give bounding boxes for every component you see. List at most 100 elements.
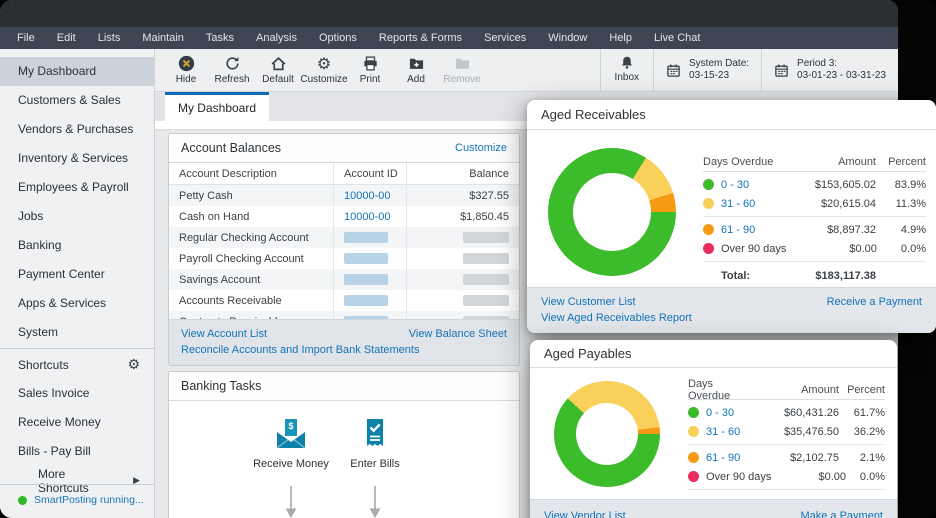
view-vendor-list-link[interactable]: View Vendor List — [544, 508, 626, 518]
aging-percent: 61.7% — [853, 406, 885, 419]
card-title: Aged Payables — [544, 346, 632, 361]
menu-lists[interactable]: Lists — [87, 32, 132, 44]
sidebar-shortcut-bills-pay-bill[interactable]: Bills - Pay Bill — [0, 437, 154, 466]
remove-button[interactable]: Remove — [439, 49, 485, 91]
redacted-account-id — [344, 253, 388, 264]
system-date-value: 03-15-23 — [689, 70, 730, 81]
table-row: Accounts Receivable — [169, 290, 519, 311]
sidebar-item-my-dashboard[interactable]: My Dashboard — [0, 57, 154, 86]
down-arrow-icon — [285, 486, 297, 518]
total-label: Total: — [721, 270, 751, 282]
view-aged-receivables-report-link[interactable]: View Aged Receivables Report — [541, 310, 692, 326]
redacted-balance — [463, 232, 509, 243]
inbox-button[interactable]: Inbox — [599, 49, 653, 91]
legend-dot — [688, 452, 699, 463]
print-button[interactable]: Print — [347, 49, 393, 91]
menu-help[interactable]: Help — [598, 32, 643, 44]
panel-title: Account Balances — [181, 141, 282, 155]
bell-icon — [621, 56, 632, 69]
sidebar-item-jobs[interactable]: Jobs — [0, 202, 154, 231]
aging-amount: $20,615.04 — [820, 197, 876, 210]
row-separator — [688, 489, 885, 490]
aging-range-link[interactable]: 61 - 90 — [721, 224, 784, 236]
default-button[interactable]: Default — [255, 49, 301, 91]
account-description: Payroll Checking Account — [179, 252, 304, 265]
sidebar-item-customers-sales[interactable]: Customers & Sales — [0, 86, 154, 115]
aging-row: 61 - 90 $8,897.32 4.9% — [703, 220, 926, 239]
aging-row: Over 90 days $0.00 0.0% — [688, 467, 885, 486]
view-customer-list-link[interactable]: View Customer List — [541, 294, 636, 310]
account-balance: $327.55 — [406, 185, 519, 206]
hide-button[interactable]: Hide — [163, 49, 209, 91]
menu-window[interactable]: Window — [537, 32, 598, 44]
aged-payables-donut-chart — [554, 381, 660, 487]
aging-range-label: Over 90 days — [706, 470, 772, 483]
menu-edit[interactable]: Edit — [46, 32, 87, 44]
menu-file[interactable]: File — [6, 32, 46, 44]
menu-analysis[interactable]: Analysis — [245, 32, 308, 44]
sidebar-shortcut-receive-money[interactable]: Receive Money — [0, 408, 154, 437]
aging-range-link[interactable]: 61 - 90 — [706, 452, 751, 464]
refresh-button[interactable]: Refresh — [209, 49, 255, 91]
receive-a-payment-link[interactable]: Receive a Payment — [827, 294, 922, 310]
account-description: Petty Cash — [179, 189, 233, 202]
sidebar-item-payment-center[interactable]: Payment Center — [0, 260, 154, 289]
aging-percent: 2.1% — [859, 451, 885, 464]
add-label: Add — [407, 74, 425, 85]
customize-link[interactable]: Customize — [455, 142, 507, 154]
folder-plus-icon — [409, 58, 423, 69]
aging-row: 0 - 30 $153,605.02 83.9% — [703, 175, 926, 194]
view-balance-sheet-link[interactable]: View Balance Sheet — [409, 326, 507, 342]
menu-reports-forms[interactable]: Reports & Forms — [368, 32, 473, 44]
aging-range-link[interactable]: 0 - 30 — [706, 407, 751, 419]
account-balance: $1,850.45 — [406, 206, 519, 227]
reconcile-accounts-link[interactable]: Reconcile Accounts and Import Bank State… — [181, 342, 419, 358]
menu-tasks[interactable]: Tasks — [195, 32, 245, 44]
account-id-link[interactable]: 10000-00 — [344, 211, 391, 223]
menu-live-chat[interactable]: Live Chat — [643, 32, 711, 44]
aging-amount: $35,476.50 — [783, 425, 839, 438]
aged-receivables-table: Days Overdue Amount Percent 0 - 30 $153,… — [703, 152, 926, 287]
make-a-payment-link[interactable]: Make a Payment — [800, 508, 883, 518]
aging-amount: $60,431.26 — [783, 406, 839, 419]
menu-services[interactable]: Services — [473, 32, 537, 44]
panel-title: Banking Tasks — [181, 379, 262, 393]
aging-range-link[interactable]: 31 - 60 — [721, 198, 784, 210]
system-date-label: System Date: — [689, 57, 750, 69]
account-id-link[interactable]: 10000-00 — [344, 190, 391, 202]
enter-bills-task[interactable]: Enter Bills — [337, 415, 413, 518]
sidebar-shortcuts-header[interactable]: Shortcuts ⚙ — [0, 350, 154, 379]
sidebar-item-system[interactable]: System — [0, 318, 154, 347]
shortcuts-gear-icon[interactable]: ⚙ — [127, 357, 140, 373]
sidebar-item-apps-services[interactable]: Apps & Services — [0, 289, 154, 318]
menu-options[interactable]: Options — [308, 32, 368, 44]
aging-range-link[interactable]: 0 - 30 — [721, 179, 784, 191]
card-title: Aged Receivables — [541, 107, 646, 122]
aging-amount: $8,897.32 — [827, 223, 876, 236]
period-button[interactable]: Period 3: 03-01-23 - 03-31-23 — [761, 49, 898, 91]
table-row: Payroll Checking Account — [169, 248, 519, 269]
tab-my-dashboard[interactable]: My Dashboard — [165, 92, 269, 121]
sidebar-shortcut-sales-invoice[interactable]: Sales Invoice — [0, 379, 154, 408]
sidebar-item-inventory-services[interactable]: Inventory & Services — [0, 144, 154, 173]
sidebar-item-employees-payroll[interactable]: Employees & Payroll — [0, 173, 154, 202]
redacted-account-id — [344, 274, 388, 285]
customize-button[interactable]: ⚙ Customize — [300, 49, 347, 91]
table-header-row: Days Overdue Amount Percent — [703, 152, 926, 172]
view-account-list-link[interactable]: View Account List — [181, 326, 267, 342]
table-row: Cash on Hand 10000-00 $1,850.45 — [169, 206, 519, 227]
sidebar-item-banking[interactable]: Banking — [0, 231, 154, 260]
aging-row: 0 - 30 $60,431.26 61.7% — [688, 403, 885, 422]
aging-range-link[interactable]: 31 - 60 — [706, 426, 751, 438]
sidebar-item-vendors-purchases[interactable]: Vendors & Purchases — [0, 115, 154, 144]
status-text: SmartPosting running... — [34, 494, 144, 506]
row-separator — [688, 444, 885, 445]
legend-dot — [703, 243, 714, 254]
receive-money-task[interactable]: $ Receive Money — [253, 415, 329, 518]
col-header-account-id: Account ID — [333, 163, 406, 184]
receive-money-icon: $ — [276, 419, 306, 449]
aging-row: 61 - 90 $2,102.75 2.1% — [688, 448, 885, 467]
menu-maintain[interactable]: Maintain — [131, 32, 195, 44]
system-date-button[interactable]: System Date: 03-15-23 — [653, 49, 761, 91]
add-button[interactable]: Add — [393, 49, 439, 91]
